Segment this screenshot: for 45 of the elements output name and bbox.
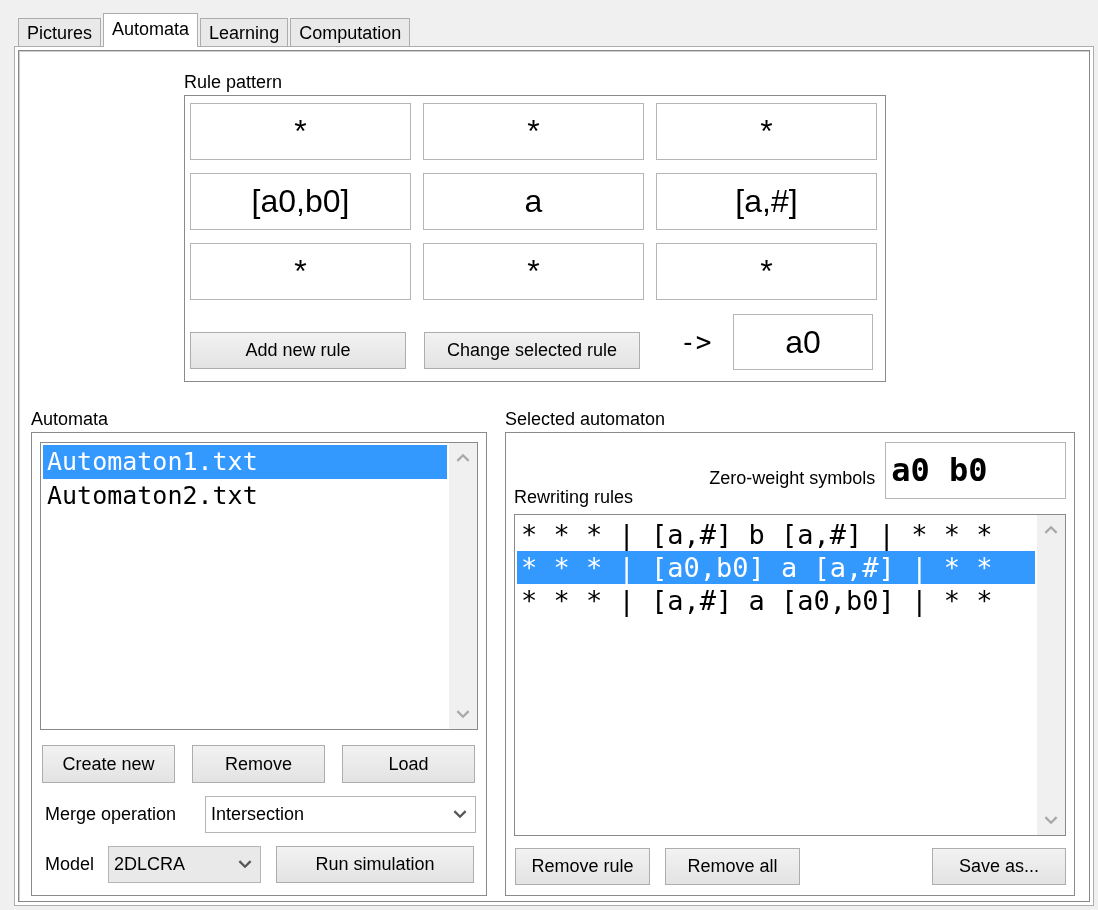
group-label: Automata	[31, 408, 110, 431]
pattern-field[interactable]: *	[656, 103, 877, 160]
scrollbar[interactable]	[1037, 515, 1065, 835]
field-label: Model	[45, 854, 96, 875]
save-button[interactable]: Save as...	[932, 848, 1066, 885]
arrow-text: ->	[680, 327, 713, 357]
button[interactable]: Remove all	[665, 848, 800, 885]
list-item[interactable]: Automaton2.txt	[43, 479, 447, 513]
caret-icon[interactable]	[453, 810, 467, 819]
button[interactable]: Load	[342, 745, 475, 783]
tab[interactable]: Learning	[200, 18, 289, 46]
scroll-down-icon[interactable]	[456, 710, 470, 719]
group-label: Rule pattern	[184, 71, 284, 94]
scroll-down-icon[interactable]	[1044, 816, 1058, 825]
run-button[interactable]: Run simulation	[276, 846, 474, 883]
field-label: Merge operation	[45, 804, 178, 825]
scroll-up-icon[interactable]	[1044, 525, 1058, 534]
pattern-field[interactable]: *	[423, 243, 644, 300]
caret-icon[interactable]	[238, 860, 252, 869]
group-label: Selected automaton	[505, 408, 667, 431]
pattern-field[interactable]: *	[423, 103, 644, 160]
rule-row[interactable]: * * * | [a,#] b [a,#] | * * *	[517, 518, 1035, 551]
scroll-up-icon[interactable]	[456, 453, 470, 462]
pattern-field[interactable]: *	[190, 103, 411, 160]
pattern-field[interactable]: [a0,b0]	[190, 173, 411, 230]
field-label: Zero-weight symbols	[708, 467, 876, 489]
pattern-field[interactable]: a	[423, 173, 644, 230]
merge-dropdown[interactable]: Intersection	[205, 796, 476, 833]
tab[interactable]: Automata	[103, 13, 199, 47]
button[interactable]: Add new rule	[190, 331, 406, 369]
scrollbar[interactable]	[449, 443, 477, 729]
button[interactable]: Change selected rule	[424, 331, 640, 369]
symbols-field[interactable]: a0 b0	[885, 442, 1066, 499]
button[interactable]: Remove	[192, 745, 325, 783]
tab[interactable]: Computation	[290, 18, 411, 46]
button[interactable]: Create new	[42, 745, 175, 783]
rule-row[interactable]: * * * | [a,#] a [a0,b0] | * *	[517, 584, 1035, 617]
tab[interactable]: Pictures	[18, 18, 102, 46]
button[interactable]: Remove rule	[515, 848, 650, 885]
model-dropdown[interactable]: 2DLCRA	[108, 846, 261, 883]
pattern-field[interactable]: [a,#]	[656, 173, 877, 230]
pattern-field[interactable]: *	[190, 243, 411, 300]
result-field[interactable]: a0	[733, 314, 873, 370]
pattern-field[interactable]: *	[656, 243, 877, 300]
field-label: Rewriting rules	[514, 487, 635, 508]
